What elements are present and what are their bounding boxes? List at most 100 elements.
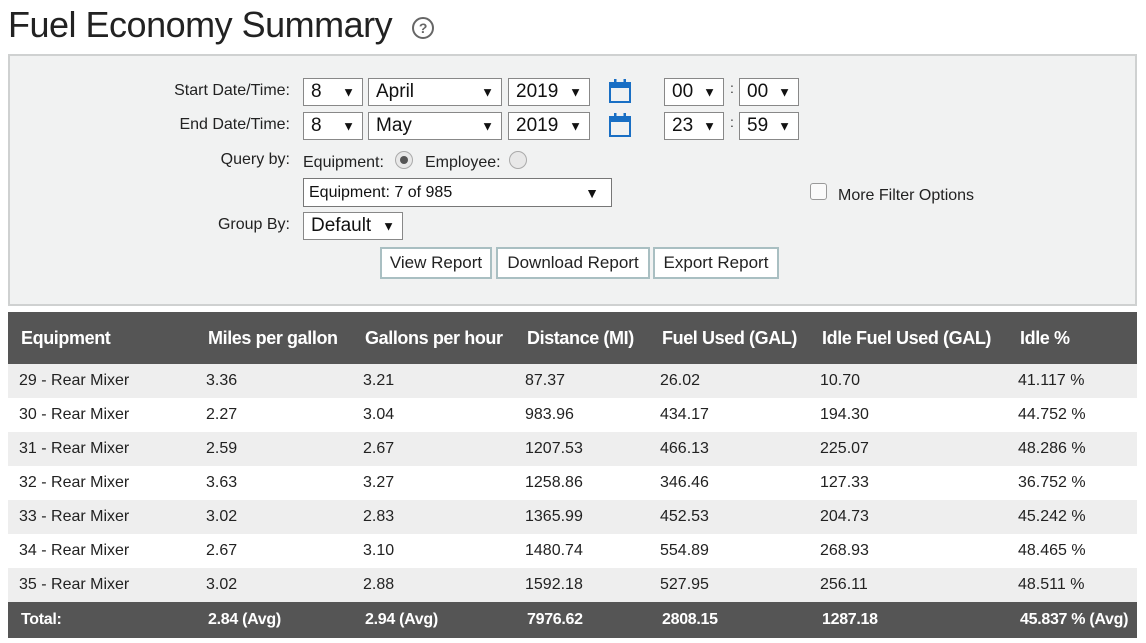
- query-equipment-radio[interactable]: [395, 151, 413, 169]
- table-row: 34 - Rear Mixer 2.67 3.10 1480.74 554.89 268.…: [8, 534, 1137, 568]
- end-hour-select[interactable]: 23 ▼: [664, 112, 724, 140]
- start-month-select[interactable]: April ▼: [368, 78, 502, 106]
- dropdown-arrow-icon: ▼: [569, 84, 582, 100]
- table-row: 32 - Rear Mixer 3.63 3.27 1258.86 346.46 127.…: [8, 466, 1137, 500]
- more-filter-label[interactable]: More Filter Options: [838, 187, 974, 205]
- table-cell: 31 - Rear Mixer: [8, 432, 195, 466]
- start-day-select[interactable]: 8 ▼: [303, 78, 363, 106]
- table-cell: 554.89: [649, 534, 809, 568]
- table-cell: 256.11: [809, 568, 1007, 602]
- download-report-button[interactable]: Download Report: [496, 247, 650, 279]
- filter-panel: Start Date/Time: 8 ▼ April ▼ 2019 ▼ 00 ▼ : 0…: [8, 54, 1137, 306]
- start-hour-select[interactable]: 00 ▼: [664, 78, 724, 106]
- table-cell: 3.21: [352, 364, 514, 398]
- column-header[interactable]: Equipment: [8, 312, 195, 364]
- table-cell: 983.96: [514, 398, 649, 432]
- start-day-value: 8: [311, 81, 322, 102]
- table-cell: 1365.99: [514, 500, 649, 534]
- end-minute-select[interactable]: 59 ▼: [739, 112, 799, 140]
- table-cell: 2.27: [195, 398, 352, 432]
- table-cell: 10.70: [809, 364, 1007, 398]
- end-year-select[interactable]: 2019 ▼: [508, 112, 590, 140]
- help-icon[interactable]: ?: [412, 17, 435, 39]
- end-day-value: 8: [311, 115, 322, 136]
- end-day-select[interactable]: 8 ▼: [303, 112, 363, 140]
- calendar-icon[interactable]: [609, 113, 631, 137]
- view-report-button[interactable]: View Report: [380, 247, 492, 279]
- table-cell: 3.04: [352, 398, 514, 432]
- start-month-value: April: [376, 81, 415, 102]
- table-cell: 45.242 %: [1007, 500, 1137, 534]
- table-cell: 3.10: [352, 534, 514, 568]
- column-header[interactable]: Gallons per hour: [352, 312, 514, 364]
- dropdown-arrow-icon: ▼: [342, 118, 355, 134]
- start-year-select[interactable]: 2019 ▼: [508, 78, 590, 106]
- table-row: 35 - Rear Mixer 3.02 2.88 1592.18 527.95 256.…: [8, 568, 1137, 602]
- dropdown-arrow-icon: ▼: [382, 218, 395, 234]
- query-by-label: Query by:: [220, 151, 290, 168]
- query-option-employee-label: Employee:: [425, 154, 501, 171]
- table-cell: 2.67: [195, 534, 352, 568]
- more-filter-checkbox[interactable]: [810, 183, 827, 200]
- table-row: 29 - Rear Mixer 3.36 3.21 87.37 26.02 10.70 41…: [8, 364, 1137, 398]
- table-cell: 1258.86: [514, 466, 649, 500]
- total-cell: 2808.15: [649, 602, 809, 638]
- dropdown-arrow-icon: ▼: [778, 118, 791, 134]
- column-header[interactable]: Distance (MI): [514, 312, 649, 364]
- dropdown-arrow-icon: ▼: [481, 118, 494, 134]
- dropdown-arrow-icon: ▼: [342, 84, 355, 100]
- query-employee-radio[interactable]: [509, 151, 527, 169]
- end-hour-value: 23: [672, 115, 694, 136]
- group-by-select[interactable]: Default ▼: [303, 212, 403, 240]
- table-cell: 29 - Rear Mixer: [8, 364, 195, 398]
- end-month-value: May: [376, 115, 412, 136]
- table-cell: 32 - Rear Mixer: [8, 466, 195, 500]
- dropdown-arrow-icon: ▼: [585, 184, 599, 201]
- table-cell: 346.46: [649, 466, 809, 500]
- table-cell: 466.13: [649, 432, 809, 466]
- table-cell: 1592.18: [514, 568, 649, 602]
- table-cell: 87.37: [514, 364, 649, 398]
- table-header-row: Equipment Miles per gallon Gallons per h…: [8, 312, 1137, 364]
- start-year-value: 2019: [516, 81, 559, 102]
- total-row: Total: 2.84 (Avg) 2.94 (Avg) 7976.62 2808.15…: [8, 602, 1137, 638]
- dropdown-arrow-icon: ▼: [703, 84, 716, 100]
- group-by-label: Group By:: [217, 216, 290, 233]
- dropdown-arrow-icon: ▼: [569, 118, 582, 134]
- table-cell: 527.95: [649, 568, 809, 602]
- table-cell: 1207.53: [514, 432, 649, 466]
- start-minute-select[interactable]: 00 ▼: [739, 78, 799, 106]
- table-cell: 26.02: [649, 364, 809, 398]
- start-hour-value: 00: [672, 81, 694, 102]
- table-cell: 44.752 %: [1007, 398, 1137, 432]
- export-report-button[interactable]: Export Report: [653, 247, 779, 279]
- end-month-select[interactable]: May ▼: [368, 112, 502, 140]
- column-header[interactable]: Idle Fuel Used (GAL): [809, 312, 1007, 364]
- table-cell: 48.465 %: [1007, 534, 1137, 568]
- equipment-select-value: Equipment: 7 of 985: [309, 183, 453, 201]
- table-row: 33 - Rear Mixer 3.02 2.83 1365.99 452.53 204.…: [8, 500, 1137, 534]
- page-title: Fuel Economy Summary: [8, 4, 393, 45]
- table-cell: 3.27: [352, 466, 514, 500]
- table-row: 31 - Rear Mixer 2.59 2.67 1207.53 466.13 225.…: [8, 432, 1137, 466]
- column-header[interactable]: Miles per gallon: [195, 312, 352, 364]
- start-minute-value: 00: [747, 81, 769, 102]
- table-cell: 34 - Rear Mixer: [8, 534, 195, 568]
- table-cell: 3.36: [195, 364, 352, 398]
- table-cell: 434.17: [649, 398, 809, 432]
- table-cell: 33 - Rear Mixer: [8, 500, 195, 534]
- equipment-select[interactable]: Equipment: 7 of 985 ▼: [303, 178, 612, 207]
- column-header[interactable]: Idle %: [1007, 312, 1137, 364]
- query-option-equipment-label: Equipment:: [303, 154, 384, 171]
- column-header[interactable]: Fuel Used (GAL): [649, 312, 809, 364]
- table-cell: 48.511 %: [1007, 568, 1137, 602]
- table-cell: 1480.74: [514, 534, 649, 568]
- table-cell: 127.33: [809, 466, 1007, 500]
- dropdown-arrow-icon: ▼: [703, 118, 716, 134]
- time-separator: :: [730, 80, 734, 96]
- calendar-icon[interactable]: [609, 79, 631, 103]
- table-cell: 2.88: [352, 568, 514, 602]
- total-cell: 45.837 % (Avg): [1007, 602, 1137, 638]
- table-cell: 2.67: [352, 432, 514, 466]
- table-cell: 3.63: [195, 466, 352, 500]
